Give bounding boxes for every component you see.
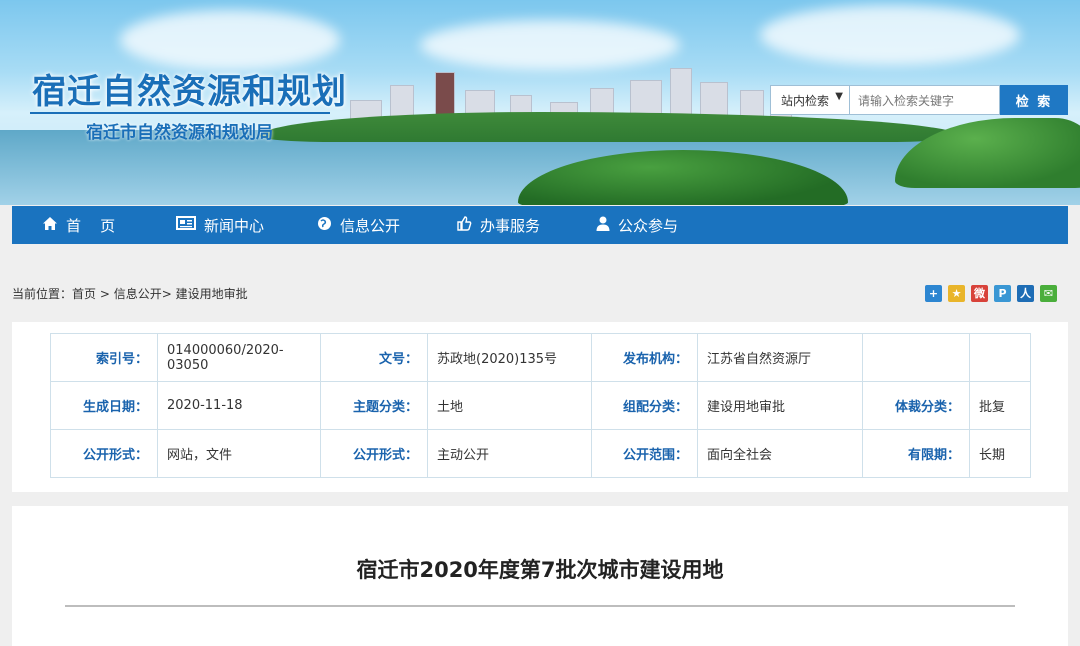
search-bar: 站内检索 ▼ 请输入检索关键字 检 索	[770, 85, 1068, 115]
nav-label: 办事服务	[480, 216, 541, 235]
info-label: 有限期：	[862, 429, 970, 478]
nav-label: 公众参与	[618, 216, 679, 235]
nav-item-home[interactable]: 首 页	[42, 206, 115, 244]
nav-label: 新闻中心	[204, 216, 265, 235]
table-row: 索引号： 014000060/2020-03050 文号： 苏政地(2020)1…	[50, 333, 1031, 382]
cloud-decoration	[760, 5, 1020, 65]
info-value: 苏政地(2020)135号	[427, 333, 592, 382]
info-label: 文号：	[320, 333, 428, 382]
nav-item-public-participation[interactable]: 公众参与	[596, 206, 678, 244]
info-value: 面向全社会	[697, 429, 863, 478]
title-divider	[65, 605, 1015, 607]
breadcrumb-prefix: 当前位置：	[12, 287, 73, 301]
info-value: 土地	[427, 381, 592, 430]
article-title: 宿迁市2020年度第7批次城市建设用地	[356, 558, 724, 582]
renren-icon[interactable]: 人	[1017, 285, 1034, 302]
newspaper-icon	[176, 216, 196, 234]
home-icon	[42, 216, 58, 235]
site-title: 宿迁自然资源和规划	[32, 72, 347, 112]
user-icon	[596, 216, 610, 235]
info-value: 网站，文件	[157, 429, 321, 478]
info-label	[862, 333, 970, 382]
search-scope-label: 站内检索	[781, 93, 830, 108]
cloud-decoration	[120, 10, 340, 70]
info-value: 014000060/2020-03050	[157, 333, 321, 382]
share-plus-icon[interactable]: +	[925, 285, 942, 302]
info-label: 公开形式：	[320, 429, 428, 478]
info-label: 体裁分类：	[862, 381, 970, 430]
tencent-weibo-icon[interactable]: P	[994, 285, 1011, 302]
info-label: 索引号：	[50, 333, 158, 382]
breadcrumb-link-info-public[interactable]: 信息公开	[114, 287, 162, 301]
table-row: 生成日期： 2020-11-18 主题分类： 土地 组配分类： 建设用地审批 体…	[50, 381, 1031, 430]
search-button[interactable]: 检 索	[1000, 85, 1068, 115]
document-info-table: 索引号： 014000060/2020-03050 文号： 苏政地(2020)1…	[50, 333, 1031, 478]
breadcrumb: 当前位置：首页 > 信息公开> 建设用地审批	[12, 285, 248, 302]
info-label: 公开形式：	[50, 429, 158, 478]
info-value: 建设用地审批	[697, 381, 863, 430]
info-value: 江苏省自然资源厅	[697, 333, 863, 382]
article-panel: 宿迁市2020年度第7批次城市建设用地	[12, 506, 1068, 646]
breadcrumb-separator: >	[96, 287, 114, 301]
table-row: 公开形式： 网站，文件 公开形式： 主动公开 公开范围： 面向全社会 有限期： …	[50, 429, 1031, 478]
info-value: 批复	[969, 381, 1031, 430]
weibo-icon[interactable]: 微	[971, 285, 988, 302]
info-value: 2020-11-18	[157, 381, 321, 430]
info-value: 长期	[969, 429, 1031, 478]
title-underline	[30, 112, 330, 114]
wechat-icon[interactable]: ✉	[1040, 285, 1057, 302]
caret-down-icon: ▼	[835, 91, 843, 102]
nav-label: 首 页	[66, 216, 116, 235]
info-value: 主动公开	[427, 429, 592, 478]
nav-item-services[interactable]: 办事服务	[456, 206, 540, 244]
nav-label: 信息公开	[340, 216, 401, 235]
info-value	[969, 333, 1031, 382]
breadcrumb-link-home[interactable]: 首页	[72, 287, 96, 301]
main-nav: 首 页 新闻中心 信息公开 办事服务 公众参与	[12, 206, 1068, 244]
info-label: 组配分类：	[591, 381, 698, 430]
breadcrumb-separator: >	[161, 287, 176, 301]
search-input[interactable]: 请输入检索关键字	[850, 85, 1000, 115]
share-bar: + ★ 微 P 人 ✉	[925, 285, 1057, 302]
info-label: 公开范围：	[591, 429, 698, 478]
info-label: 生成日期：	[50, 381, 158, 430]
shoreline-trees-image	[260, 112, 960, 142]
globe-icon	[317, 216, 332, 235]
header-banner: 宿迁自然资源和规划 宿迁市自然资源和规划局 站内检索 ▼ 请输入检索关键字 检 …	[0, 0, 1080, 205]
nav-item-news[interactable]: 新闻中心	[176, 206, 264, 244]
info-label: 主题分类：	[320, 381, 428, 430]
search-scope-select[interactable]: 站内检索 ▼	[770, 85, 850, 115]
site-subtitle: 宿迁市自然资源和规划局	[86, 123, 273, 143]
nav-item-info-public[interactable]: 信息公开	[317, 206, 400, 244]
qzone-icon[interactable]: ★	[948, 285, 965, 302]
info-label: 发布机构：	[591, 333, 698, 382]
breadcrumb-link-land-approval[interactable]: 建设用地审批	[176, 287, 248, 301]
thumbs-up-icon	[456, 215, 472, 235]
document-info-card: 索引号： 014000060/2020-03050 文号： 苏政地(2020)1…	[12, 322, 1068, 492]
